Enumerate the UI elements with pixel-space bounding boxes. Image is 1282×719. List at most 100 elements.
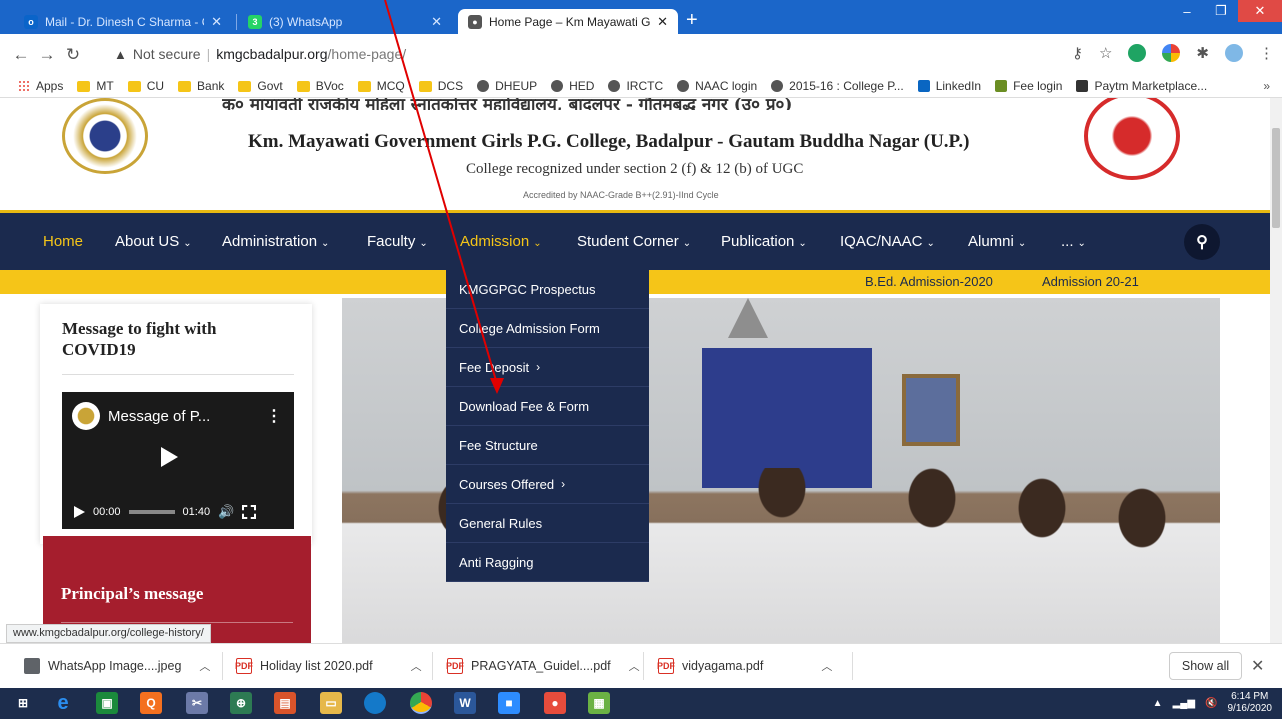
scroll-thumb[interactable] <box>1272 128 1280 228</box>
bookmark-item[interactable]: MT <box>77 79 114 93</box>
admission-menu-item[interactable]: College Admission Form <box>446 309 649 348</box>
admission-menu-item[interactable]: Fee Deposit › <box>446 348 649 387</box>
nav-admission[interactable]: Admission ⌄ <box>460 233 542 250</box>
nav-iqac-naac[interactable]: IQAC/NAAC ⌄ <box>840 233 935 250</box>
bookmark-item[interactable]: LinkedIn <box>917 79 981 93</box>
bookmark-item[interactable]: BVoc <box>296 79 344 93</box>
presentation-app-icon[interactable]: ▤ <box>274 692 296 714</box>
nav-faculty[interactable]: Faculty ⌄ <box>367 233 428 250</box>
globe-icon <box>608 80 621 92</box>
chevron-up-icon[interactable]: ︿ <box>411 658 422 674</box>
tray-expand-icon[interactable]: ▲ <box>1153 698 1163 709</box>
nav-publication[interactable]: Publication ⌄ <box>721 233 807 250</box>
bookmark-item[interactable]: DHEUP <box>477 79 537 93</box>
download-item[interactable]: PDF Holiday list 2020.pdf ︿ <box>235 644 422 688</box>
new-tab-button[interactable]: + <box>686 10 698 30</box>
globe-app-icon[interactable]: ⊕ <box>230 692 252 714</box>
admission-menu-item[interactable]: Download Fee & Form <box>446 387 649 426</box>
nav-student-corner[interactable]: Student Corner ⌄ <box>577 233 691 250</box>
window-close-icon[interactable]: ✕ <box>1238 0 1282 22</box>
grammarly-icon[interactable] <box>1128 44 1147 62</box>
bookmark-item[interactable]: 2015-16 : College P... <box>771 79 904 93</box>
chevron-up-icon[interactable]: ︿ <box>821 658 832 674</box>
nav-alumni[interactable]: Alumni ⌄ <box>968 233 1026 250</box>
fullscreen-icon[interactable] <box>242 505 257 519</box>
admission-dropdown-menu: KMGGPGC Prospectus College Admission Form… <box>446 270 649 582</box>
nav-home[interactable]: Home <box>43 233 83 250</box>
nav-more[interactable]: ... ⌄ <box>1061 233 1086 250</box>
zoom-icon[interactable]: ■ <box>498 692 520 714</box>
volume-icon[interactable]: 🔊 <box>218 504 234 520</box>
show-all-downloads-button[interactable]: Show all <box>1169 652 1242 680</box>
admission-menu-item[interactable]: General Rules <box>446 504 649 543</box>
tab-mail[interactable]: o Mail - Dr. Dinesh C Sharma - Out ✕ <box>14 9 232 34</box>
close-downloads-icon[interactable]: ✕ <box>1251 656 1264 676</box>
minimize-icon[interactable]: – <box>1170 0 1204 22</box>
video-player[interactable]: Message of P... ⋮ 00:00 01:40 🔊 <box>62 392 294 529</box>
bookmark-item[interactable]: Fee login <box>995 79 1062 93</box>
word-icon[interactable]: W <box>454 692 476 714</box>
bookmark-item[interactable]: HED <box>551 79 594 93</box>
progress-bar[interactable] <box>128 510 175 514</box>
page-scrollbar[interactable] <box>1270 98 1282 643</box>
bookmark-item[interactable]: DCS <box>418 79 463 93</box>
store-icon[interactable]: ▣ <box>96 692 118 714</box>
tab-whatsapp[interactable]: 3 (3) WhatsApp ✕ <box>238 9 452 34</box>
bookmark-label: IRCTC <box>626 79 664 93</box>
close-tab-icon[interactable]: ✕ <box>657 14 668 30</box>
admission-menu-item[interactable]: Fee Structure <box>446 426 649 465</box>
bookmark-item[interactable]: CU <box>127 79 164 93</box>
snipping-tool-icon[interactable]: ✂ <box>186 692 208 714</box>
file-explorer-icon[interactable]: ▭ <box>320 692 342 714</box>
close-tab-icon[interactable]: ✕ <box>211 14 222 30</box>
ticker-bed-admission[interactable]: B.Ed. Admission-2020 <box>865 274 993 289</box>
extensions-puzzle-icon[interactable]: ✱ <box>1196 44 1209 62</box>
ticker-admission-20-21[interactable]: Admission 20-21 <box>1042 274 1139 289</box>
nav-administration[interactable]: Administration ⌄ <box>222 233 329 250</box>
forward-icon[interactable]: → <box>34 45 60 65</box>
volume-muted-icon[interactable]: 🔇 <box>1205 698 1217 709</box>
download-item[interactable]: WhatsApp Image....jpeg ︿ <box>24 644 210 688</box>
bookmark-item[interactable]: MCQ <box>357 79 405 93</box>
download-item[interactable]: PDF PRAGYATA_Guidel....pdf ︿ <box>446 644 640 688</box>
bookmark-item[interactable]: Bank <box>178 79 224 93</box>
screen-recorder-icon[interactable]: ● <box>544 692 566 714</box>
windows-start-icon[interactable]: ⊞ <box>12 692 34 714</box>
internet-explorer-icon[interactable]: e <box>52 692 74 714</box>
qbittorrent-icon[interactable]: Q <box>140 692 162 714</box>
reload-icon[interactable]: ↻ <box>60 45 86 65</box>
profile-avatar-icon[interactable] <box>1225 44 1243 62</box>
android-app-icon[interactable]: ▦ <box>588 692 610 714</box>
extension-pinwheel-icon[interactable] <box>1162 44 1181 62</box>
download-item[interactable]: PDF vidyagama.pdf ︿ <box>657 644 832 688</box>
admission-menu-item[interactable]: Anti Ragging <box>446 543 649 582</box>
bookmark-item[interactable]: Apps <box>18 79 63 93</box>
search-icon[interactable]: ⚲ <box>1184 224 1220 260</box>
bookmark-item[interactable]: Paytm Marketplace... <box>1076 79 1207 93</box>
bookmarks-overflow-icon[interactable]: » <box>1263 79 1270 93</box>
edge-icon[interactable] <box>364 692 386 714</box>
chevron-up-icon[interactable]: ︿ <box>199 658 210 674</box>
bookmark-item[interactable]: Govt <box>238 79 283 93</box>
admission-menu-item[interactable]: Courses Offered › <box>446 465 649 504</box>
bookmark-item[interactable]: NAAC login <box>677 79 757 93</box>
chrome-icon[interactable] <box>410 692 432 714</box>
play-icon[interactable] <box>161 447 178 467</box>
key-icon[interactable]: ⚷ <box>1072 44 1083 62</box>
admission-menu-item[interactable]: KMGGPGC Prospectus <box>446 270 649 309</box>
chevron-up-icon[interactable]: ︿ <box>629 658 640 674</box>
clock[interactable]: 6:14 PM 9/16/2020 <box>1228 691 1273 715</box>
close-tab-icon[interactable]: ✕ <box>431 14 442 30</box>
browser-toolbar: ← → ↻ ▲ Not secure | kmgcbadalpur.org/ho… <box>0 34 1282 75</box>
back-icon[interactable]: ← <box>8 45 34 65</box>
bookmark-item[interactable]: IRCTC <box>608 79 663 93</box>
play-small-icon[interactable] <box>74 506 85 518</box>
address-bar[interactable]: ▲ Not secure | kmgcbadalpur.org/home-pag… <box>104 39 1056 69</box>
menu-dots-icon[interactable]: ⋮ <box>1259 44 1274 62</box>
tab-home-page[interactable]: ● Home Page – Km Mayawati Gove ✕ <box>458 9 678 34</box>
nav-about-us[interactable]: About US ⌄ <box>115 233 192 250</box>
bookmark-star-icon[interactable]: ☆ <box>1099 44 1112 62</box>
signal-icon[interactable]: ▂▄▆ <box>1173 698 1195 709</box>
video-menu-icon[interactable]: ⋮ <box>266 406 282 426</box>
maximize-icon[interactable]: ❐ <box>1204 0 1238 22</box>
